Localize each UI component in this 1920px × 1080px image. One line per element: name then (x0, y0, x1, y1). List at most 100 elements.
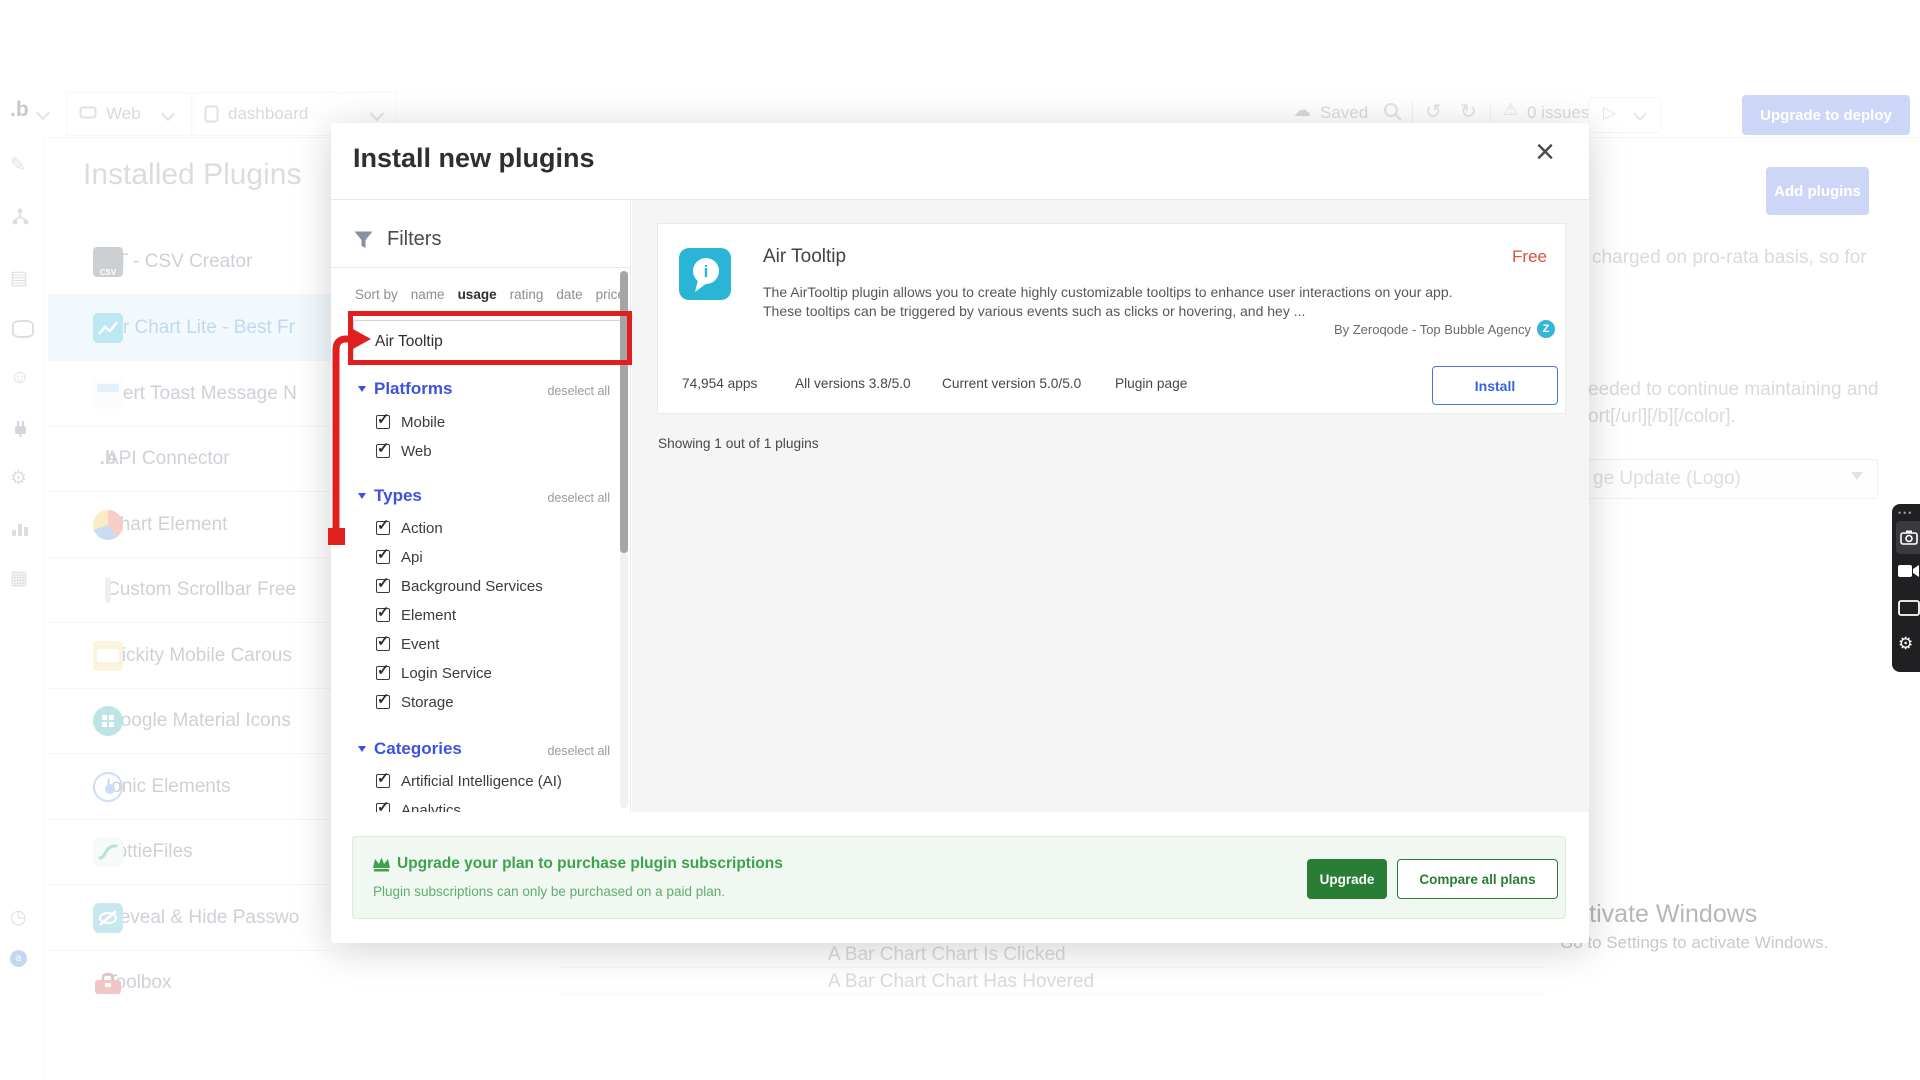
deselect-all-link[interactable]: deselect all (547, 744, 610, 758)
event-row[interactable]: A Bar Chart Chart Has Hovered (828, 971, 1094, 993)
plugin-list-item[interactable]: Google Material Icons (48, 688, 334, 754)
checkbox-checked-icon[interactable] (376, 550, 390, 564)
lottie-curve-icon (93, 837, 123, 867)
chevron-down-icon (1851, 472, 1863, 480)
plugin-list-item[interactable]: CSV 1T - CSV Creator (48, 229, 334, 295)
upgrade-to-deploy-button[interactable]: Upgrade to deploy (1742, 95, 1910, 135)
checkbox-checked-icon[interactable] (376, 774, 390, 788)
search-icon[interactable] (1383, 102, 1403, 122)
plugin-list-item[interactable]: Reveal & Hide Passwo (48, 885, 334, 951)
upgrade-button[interactable]: Upgrade (1307, 859, 1387, 899)
chevron-down-icon[interactable] (36, 106, 50, 120)
screen-icon[interactable] (1898, 600, 1920, 616)
avatar-icon[interactable]: a (10, 950, 27, 967)
filter-checkbox-row[interactable]: Background Services (376, 576, 543, 596)
close-icon[interactable]: × (1535, 135, 1555, 169)
list-icon[interactable]: ▤ (10, 267, 28, 290)
checkbox-checked-icon[interactable] (376, 666, 390, 680)
checkbox-checked-icon[interactable] (376, 695, 390, 709)
plugin-list-item[interactable]: Ionic Elements (48, 754, 334, 820)
video-camera-icon[interactable] (1898, 564, 1920, 578)
filter-checkbox-row[interactable]: Api (376, 547, 423, 567)
checkbox-checked-icon[interactable] (376, 415, 390, 429)
plugin-list-item[interactable]: LottieFiles (48, 819, 334, 885)
logo-update-dropdown[interactable]: ge Update (Logo) (1572, 459, 1878, 499)
table-icon[interactable]: ▦ (10, 567, 28, 590)
plugin-list-item[interactable]: Custom Scrollbar Free (48, 557, 334, 623)
cloud-check-icon: ☁ (1293, 100, 1311, 121)
background-text: ort[/url][/b][/color]. (1588, 406, 1736, 428)
pencil-icon[interactable]: ✎ (10, 154, 26, 177)
undo-icon[interactable]: ↺ (1425, 99, 1442, 124)
bar-chart-icon[interactable] (12, 522, 30, 536)
saved-status: Saved (1320, 103, 1368, 123)
filter-checkbox-row[interactable]: Mobile (376, 412, 445, 432)
carousel-icon (93, 641, 123, 671)
sort-option-name[interactable]: name (411, 287, 445, 302)
section-categories[interactable]: Categories (358, 739, 462, 759)
filter-checkbox-row[interactable]: Analytics (376, 800, 461, 812)
filter-checkbox-row[interactable]: Action (376, 518, 443, 538)
plugin-list-item[interactable]: Chart Element (48, 492, 334, 558)
filter-checkbox-row[interactable]: Storage (376, 692, 454, 712)
app-selector[interactable]: Web (66, 92, 192, 136)
eye-slash-icon (93, 903, 123, 933)
filter-checkbox-row[interactable]: Event (376, 634, 439, 654)
gear-icon[interactable]: ⚙ (1898, 634, 1913, 654)
filter-checkbox-row[interactable]: Web (376, 441, 432, 461)
checkbox-checked-icon[interactable] (376, 803, 390, 812)
scrollbar-track[interactable] (620, 271, 628, 808)
plugin-list-item[interactable]: Toolbox (48, 950, 334, 1016)
banner-title: Upgrade your plan to purchase plugin sub… (397, 855, 783, 873)
section-types[interactable]: Types (358, 486, 422, 506)
sort-option-rating[interactable]: rating (510, 287, 544, 302)
clock-icon[interactable]: ◷ (10, 906, 27, 929)
bubble-logo: .b (10, 98, 29, 122)
filter-checkbox-row[interactable]: Element (376, 605, 456, 625)
triangle-down-icon (358, 493, 366, 499)
filters-title: Filters (387, 228, 441, 251)
checkbox-checked-icon[interactable] (376, 579, 390, 593)
sort-option-usage-active[interactable]: usage (458, 287, 497, 302)
plugin-list-item-selected[interactable]: Air Chart Lite - Best Fr (48, 295, 334, 361)
checkbox-checked-icon[interactable] (376, 637, 390, 651)
scrollbar-thumb[interactable] (620, 271, 628, 553)
event-row[interactable]: A Bar Chart Chart Is Clicked (828, 944, 1066, 966)
search-input[interactable] (353, 320, 627, 364)
deselect-all-link[interactable]: deselect all (547, 384, 610, 398)
plugin-page-link[interactable]: Plugin page (1115, 376, 1187, 391)
install-button[interactable]: Install (1432, 366, 1558, 405)
compare-all-plans-button[interactable]: Compare all plans (1397, 859, 1558, 899)
checkbox-checked-icon[interactable] (376, 444, 390, 458)
issues-counter[interactable]: 0 issues (1527, 103, 1589, 123)
plug-icon[interactable] (11, 419, 30, 438)
gear-icon[interactable]: ⚙ (10, 467, 27, 490)
chevron-down-icon (1633, 107, 1647, 121)
current-version-rating: Current version 5.0/5.0 (942, 376, 1081, 391)
preview-button[interactable]: ▷ (1588, 97, 1662, 133)
filter-checkbox-row[interactable]: Artificial Intelligence (AI) (376, 771, 562, 791)
plugin-description-line2: These tooltips can be triggered by vario… (763, 303, 1305, 319)
zeroqode-badge-icon: Z (1537, 320, 1555, 338)
filter-checkbox-row[interactable]: Login Service (376, 663, 492, 683)
screen: .b Web dashboard ☁ Saved ↺ ↻ ⚠ 0 issues … (0, 0, 1920, 1080)
sort-option-date[interactable]: date (556, 287, 582, 302)
plugin-list-item[interactable]: .b API Connector (48, 426, 334, 492)
workflow-icon[interactable] (11, 207, 30, 226)
install-plugins-dialog: Install new plugins × Filters Sort by na… (331, 123, 1589, 943)
checkbox-checked-icon[interactable] (376, 521, 390, 535)
deselect-all-link[interactable]: deselect all (547, 491, 610, 505)
smiley-icon[interactable]: ☺ (10, 367, 29, 389)
plugin-list-item[interactable]: Flickity Mobile Carous (48, 623, 334, 689)
camera-button[interactable] (1896, 521, 1920, 554)
database-icon[interactable] (12, 320, 34, 338)
pie-chart-icon (93, 510, 123, 540)
capture-toolbar[interactable]: ••• ⚙ (1892, 504, 1920, 672)
section-platforms[interactable]: Platforms (358, 379, 452, 399)
plugin-list-item[interactable]: Alert Toast Message N (48, 361, 334, 427)
background-text: charged on pro-rata basis, so for (1592, 247, 1867, 269)
add-plugins-button[interactable]: Add plugins (1766, 167, 1869, 215)
redo-icon[interactable]: ↻ (1460, 99, 1477, 124)
scrollbar-icon (93, 575, 123, 605)
checkbox-checked-icon[interactable] (376, 608, 390, 622)
